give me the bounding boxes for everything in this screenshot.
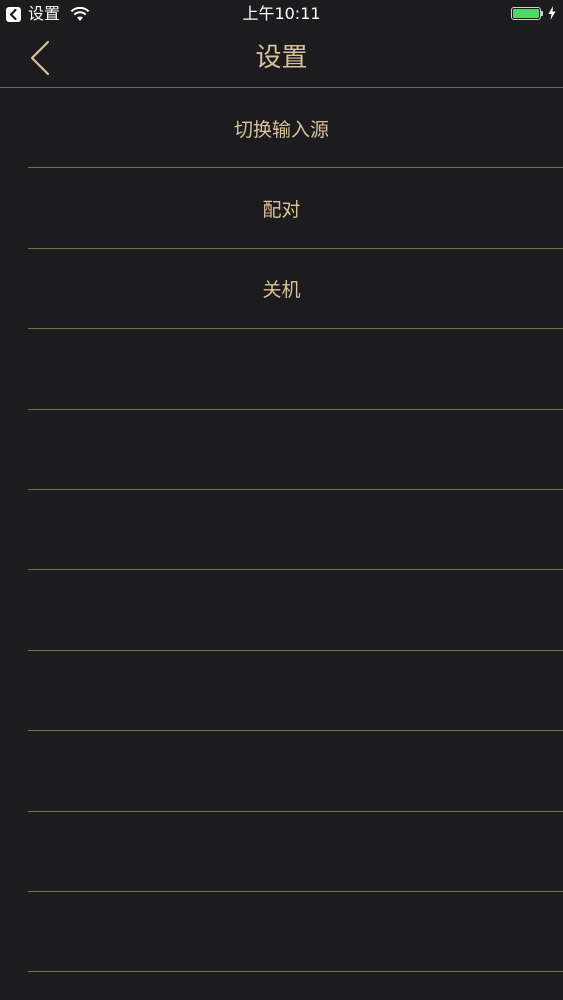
status-time: 上午10:11 (242, 4, 321, 23)
empty-list-row (0, 410, 563, 491)
menu-item-label: 切换输入源 (233, 118, 329, 141)
battery-level (513, 9, 539, 18)
empty-list-row (0, 490, 563, 571)
empty-list-row (0, 812, 563, 893)
empty-list-row (0, 570, 563, 652)
menu-item[interactable]: 配对 (0, 168, 563, 250)
menu-item[interactable]: 关机 (0, 249, 563, 330)
empty-list-row (0, 651, 563, 732)
empty-list-row (0, 731, 563, 812)
empty-list-row (0, 329, 563, 410)
page-title: 设置 (255, 43, 308, 73)
navigation-bar: 设置 (0, 28, 563, 87)
battery-cap (541, 11, 543, 16)
menu-item-label: 关机 (262, 279, 301, 302)
charging-bolt-icon (548, 6, 556, 20)
status-bar: 设置 上午10:11 (0, 0, 563, 28)
battery-icon (511, 7, 541, 20)
empty-list-row (0, 892, 563, 973)
menu-item[interactable]: 切换输入源 (0, 88, 563, 169)
menu-item-label: 配对 (262, 199, 301, 222)
settings-list: 切换输入源 配对 关机 (0, 88, 563, 973)
